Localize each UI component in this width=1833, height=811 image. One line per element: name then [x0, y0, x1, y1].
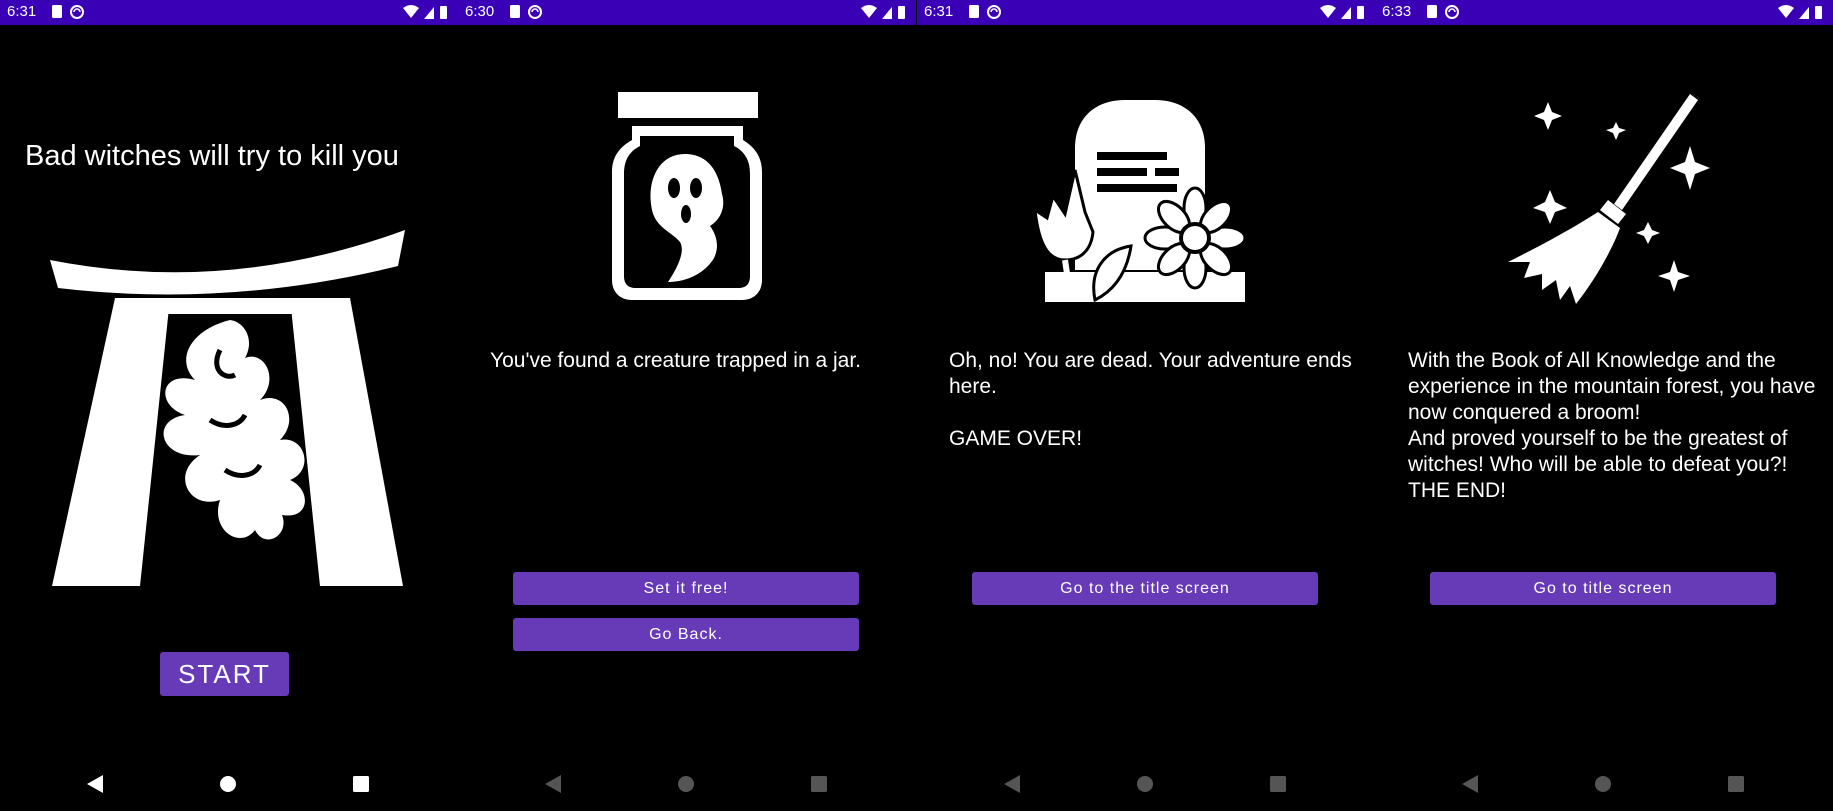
- ending-screen: 6:33 With the Book of All Knowledge and …: [1375, 0, 1833, 811]
- status-bar: 6:30: [458, 0, 916, 25]
- ghost-jar-icon: [612, 92, 762, 300]
- home-nav-icon[interactable]: [1135, 773, 1155, 795]
- torii-gate-spirit-icon: [50, 230, 405, 586]
- story-text: Oh, no! You are dead. Your adventure end…: [949, 349, 1352, 450]
- signal-battery-icons: [861, 5, 905, 19]
- set-free-button[interactable]: Set it free!: [513, 572, 859, 605]
- signal-battery-icons: [1320, 5, 1364, 19]
- page-title: Bad witches will try to kill you: [25, 140, 399, 172]
- status-time: 6:31: [7, 3, 37, 20]
- status-time: 6:31: [924, 3, 954, 20]
- grave-flowers-icon: [1035, 100, 1247, 303]
- recents-nav-icon[interactable]: [351, 773, 371, 795]
- home-nav-icon[interactable]: [218, 773, 238, 795]
- nav-bar: [917, 761, 1375, 811]
- recents-nav-icon[interactable]: [809, 773, 829, 795]
- title-screen: 6:31 Bad witches will try to kill you ST…: [0, 0, 458, 811]
- go-back-button[interactable]: Go Back.: [513, 618, 859, 651]
- signal-battery-icons: [1778, 5, 1822, 19]
- start-button[interactable]: START: [160, 652, 289, 696]
- notification-icons: [1427, 5, 1459, 19]
- jar-encounter-screen: 6:30 You've found a creature trapped in …: [458, 0, 916, 811]
- nav-bar: [458, 761, 916, 811]
- status-time: 6:30: [465, 3, 495, 20]
- recents-nav-icon[interactable]: [1726, 773, 1746, 795]
- notification-icons: [52, 5, 84, 19]
- notification-icons: [969, 5, 1001, 19]
- nav-bar: [0, 761, 458, 811]
- back-nav-icon[interactable]: [1460, 773, 1480, 795]
- story-text: You've found a creature trapped in a jar…: [490, 349, 861, 372]
- game-over-screen: 6:31 Oh, no! You are dead. Your adventur…: [917, 0, 1375, 811]
- title-screen-button[interactable]: Go to title screen: [1430, 572, 1776, 605]
- notification-icons: [510, 5, 542, 19]
- magic-broom-icon: [1508, 94, 1710, 304]
- home-nav-icon[interactable]: [676, 773, 696, 795]
- nav-bar: [1375, 761, 1833, 811]
- status-time: 6:33: [1382, 3, 1412, 20]
- back-nav-icon[interactable]: [1002, 773, 1022, 795]
- title-screen-button[interactable]: Go to the title screen: [972, 572, 1318, 605]
- recents-nav-icon[interactable]: [1268, 773, 1288, 795]
- status-bar: 6:31: [917, 0, 1375, 25]
- signal-battery-icons: [403, 5, 447, 19]
- status-bar: 6:31: [0, 0, 458, 25]
- home-nav-icon[interactable]: [1593, 773, 1613, 795]
- story-text: With the Book of All Knowledge and the e…: [1408, 349, 1816, 502]
- status-bar: 6:33: [1375, 0, 1833, 25]
- back-nav-icon[interactable]: [543, 773, 563, 795]
- back-nav-icon[interactable]: [85, 773, 105, 795]
